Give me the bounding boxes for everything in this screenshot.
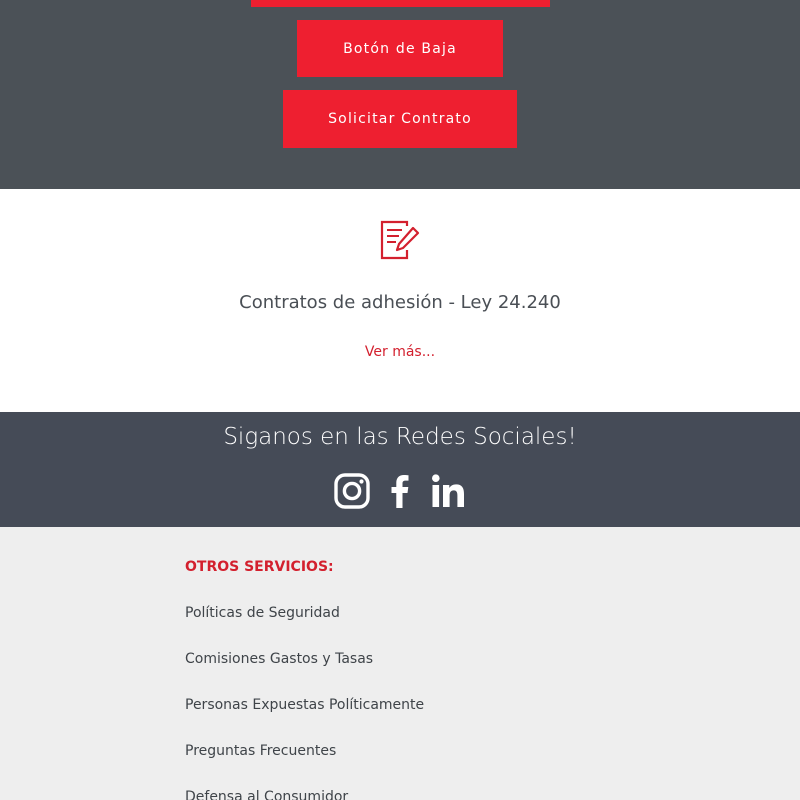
baja-button[interactable]: Botón de Baja <box>297 20 503 77</box>
ver-mas-link[interactable]: Ver más... <box>0 344 800 360</box>
footer-link-comisiones[interactable]: Comisiones Gastos y Tasas <box>185 651 424 697</box>
footer-link-personas-expuestas[interactable]: Personas Expuestas Políticamente <box>185 697 424 743</box>
document-edit-icon <box>380 220 420 260</box>
facebook-icon[interactable] <box>382 473 418 509</box>
footer-links-list: Políticas de Seguridad Comisiones Gastos… <box>185 605 424 800</box>
footer-section: OTROS SERVICIOS: Políticas de Seguridad … <box>0 527 800 800</box>
footer-link-defensa-consumidor[interactable]: Defensa al Consumidor <box>185 789 424 800</box>
footer-link-politicas-seguridad[interactable]: Políticas de Seguridad <box>185 605 424 651</box>
solicitar-contrato-button[interactable]: Solicitar Contrato <box>283 90 517 148</box>
social-section: Siganos en las Redes Sociales! <box>0 412 800 527</box>
contracts-section: Contratos de adhesión - Ley 24.240 Ver m… <box>0 189 800 412</box>
actions-section: Botón de Baja Solicitar Contrato <box>0 0 800 189</box>
social-title: Siganos en las Redes Sociales! <box>223 424 577 450</box>
footer-heading: OTROS SERVICIOS: <box>185 559 334 575</box>
linkedin-icon[interactable] <box>430 473 466 509</box>
partial-action-button[interactable] <box>251 0 550 7</box>
instagram-icon[interactable] <box>334 473 370 509</box>
contracts-title: Contratos de adhesión - Ley 24.240 <box>239 292 561 313</box>
footer-link-preguntas-frecuentes[interactable]: Preguntas Frecuentes <box>185 743 424 789</box>
